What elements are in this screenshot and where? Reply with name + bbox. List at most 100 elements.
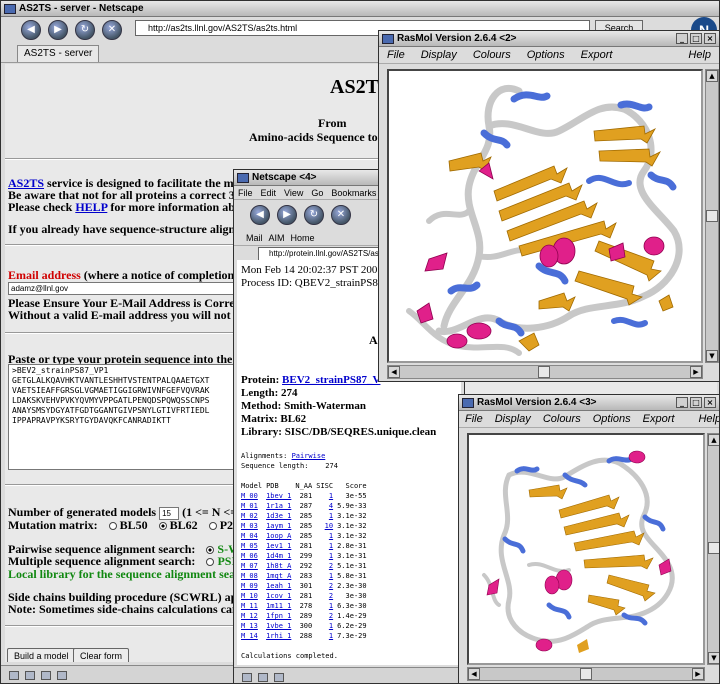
sisc-link[interactable]: 10 <box>325 522 333 530</box>
model-link[interactable]: M 06 <box>241 552 258 560</box>
sisc-link[interactable]: 2 <box>329 592 333 600</box>
menu-colours[interactable]: Colours <box>465 49 519 61</box>
pdb-link[interactable]: 1oop A <box>266 532 291 540</box>
pdb-link[interactable]: 1bev 1 <box>266 492 291 500</box>
menu-export[interactable]: Export <box>573 49 621 61</box>
aim-icon[interactable] <box>258 673 268 682</box>
clear-form-button[interactable]: Clear form <box>73 648 130 662</box>
pdb-link[interactable]: 1eah 1 <box>266 582 291 590</box>
back-icon[interactable]: ◀ <box>250 205 270 225</box>
pdb-link[interactable]: 1ev1 1 <box>266 542 291 550</box>
rasmol3-hscrollbar[interactable]: ◀ ▶ <box>467 667 705 681</box>
menu-file[interactable]: File <box>379 49 413 61</box>
model-link[interactable]: M 07 <box>241 562 258 570</box>
forward-icon[interactable]: ▶ <box>277 205 297 225</box>
window-menu-icon[interactable] <box>4 3 16 14</box>
sisc-link[interactable]: 1 <box>329 622 333 630</box>
menu-go[interactable]: Go <box>307 188 327 198</box>
scroll-up-icon[interactable]: ▲ <box>708 434 719 446</box>
model-link[interactable]: M 00 <box>241 492 258 500</box>
matrix-p25-radio[interactable] <box>208 522 217 531</box>
menu-help[interactable]: Help <box>680 49 719 61</box>
model-link[interactable]: M 02 <box>241 512 258 520</box>
forward-icon[interactable]: ▶ <box>48 20 68 40</box>
hscroll-thumb[interactable] <box>580 668 592 680</box>
sisc-link[interactable]: 2 <box>329 562 333 570</box>
menu-display[interactable]: Display <box>413 49 465 61</box>
pdb-link[interactable]: 1r1a 1 <box>266 502 291 510</box>
sisc-link[interactable]: 4 <box>329 502 333 510</box>
back-icon[interactable]: ◀ <box>21 20 41 40</box>
personal-home[interactable]: Home <box>291 233 315 243</box>
model-link[interactable]: M 09 <box>241 582 258 590</box>
maximize-icon[interactable]: □ <box>690 397 702 408</box>
help-link[interactable]: HELP <box>75 200 107 214</box>
pdb-link[interactable]: 1aym 1 <box>266 522 291 530</box>
menu-file[interactable]: File <box>459 413 489 425</box>
sisc-link[interactable]: 1 <box>329 602 333 610</box>
menu-colours[interactable]: Colours <box>537 413 587 425</box>
sisc-link[interactable]: 1 <box>329 552 333 560</box>
sisc-link[interactable]: 1 <box>329 492 333 500</box>
stop-icon[interactable]: ✕ <box>102 20 122 40</box>
tab-as2ts[interactable]: AS2TS - server <box>17 45 100 62</box>
sisc-link[interactable]: 1 <box>329 542 333 550</box>
scroll-down-icon[interactable]: ▼ <box>706 350 718 362</box>
minimize-icon[interactable]: _ <box>676 397 688 408</box>
menu-export[interactable]: Export <box>637 413 681 425</box>
matrix-bl62-radio[interactable] <box>158 522 167 531</box>
sisc-link[interactable]: 2 <box>329 582 333 590</box>
personal-mail[interactable]: Mail <box>246 233 263 243</box>
molecule-view[interactable] <box>387 69 703 363</box>
sisc-link[interactable]: 1 <box>329 512 333 520</box>
menu-file[interactable]: File <box>234 188 257 198</box>
sisc-link[interactable]: 1 <box>329 572 333 580</box>
pdb-link[interactable]: 1m11 1 <box>266 602 291 610</box>
pdb-link[interactable]: 1d4m 1 <box>266 552 291 560</box>
addressbook-icon[interactable] <box>57 671 67 680</box>
menu-options[interactable]: Options <box>587 413 637 425</box>
model-link[interactable]: M 13 <box>241 622 258 630</box>
multiple-psib-radio[interactable] <box>206 558 215 567</box>
mail-icon[interactable] <box>9 671 19 680</box>
model-link[interactable]: M 03 <box>241 522 258 530</box>
scroll-right-icon[interactable]: ▶ <box>690 366 702 378</box>
window-menu-icon[interactable] <box>237 172 249 183</box>
rasmol2-hscrollbar[interactable]: ◀ ▶ <box>387 365 703 379</box>
vscroll-thumb[interactable] <box>706 210 718 222</box>
reload-icon[interactable]: ↻ <box>304 205 324 225</box>
model-link[interactable]: M 01 <box>241 502 258 510</box>
menu-help[interactable]: Help <box>692 413 719 425</box>
composer-icon[interactable] <box>41 671 51 680</box>
window-menu-icon[interactable] <box>462 397 474 408</box>
menu-display[interactable]: Display <box>489 413 537 425</box>
stop-icon[interactable]: ✕ <box>331 205 351 225</box>
model-link[interactable]: M 14 <box>241 632 258 640</box>
rasmol2-titlebar[interactable]: RasMol Version 2.6.4 <2> _ □ × <box>379 31 719 47</box>
build-model-button[interactable]: Build a model <box>7 648 76 662</box>
scroll-left-icon[interactable]: ◀ <box>468 668 480 680</box>
window-menu-icon[interactable] <box>382 33 394 44</box>
pairwise-link[interactable]: Pairwise <box>292 452 326 460</box>
rasmol3-vscrollbar[interactable]: ▲ ▼ <box>707 433 719 665</box>
hscroll-thumb[interactable] <box>538 366 550 378</box>
close-icon[interactable]: × <box>704 33 716 44</box>
pdb-link[interactable]: 1fpn 1 <box>266 612 291 620</box>
sisc-link[interactable]: 1 <box>329 632 333 640</box>
scroll-left-icon[interactable]: ◀ <box>388 366 400 378</box>
model-link[interactable]: M 08 <box>241 572 258 580</box>
model-link[interactable]: M 04 <box>241 532 258 540</box>
personal-aim[interactable]: AIM <box>269 233 285 243</box>
model-link[interactable]: M 05 <box>241 542 258 550</box>
pdb-link[interactable]: 1rhi 1 <box>266 632 291 640</box>
pdb-link[interactable]: 1mqt A <box>266 572 291 580</box>
maximize-icon[interactable]: □ <box>690 33 702 44</box>
pdb-link[interactable]: 1cov 1 <box>266 592 291 600</box>
pdb-link[interactable]: 1h8t A <box>266 562 291 570</box>
aim-icon[interactable] <box>25 671 35 680</box>
model-link[interactable]: M 11 <box>241 602 258 610</box>
vscroll-thumb[interactable] <box>708 542 719 554</box>
composer-icon[interactable] <box>274 673 284 682</box>
rasmol3-titlebar[interactable]: RasMol Version 2.6.4 <3> _ □ × <box>459 395 719 411</box>
mail-icon[interactable] <box>242 673 252 682</box>
